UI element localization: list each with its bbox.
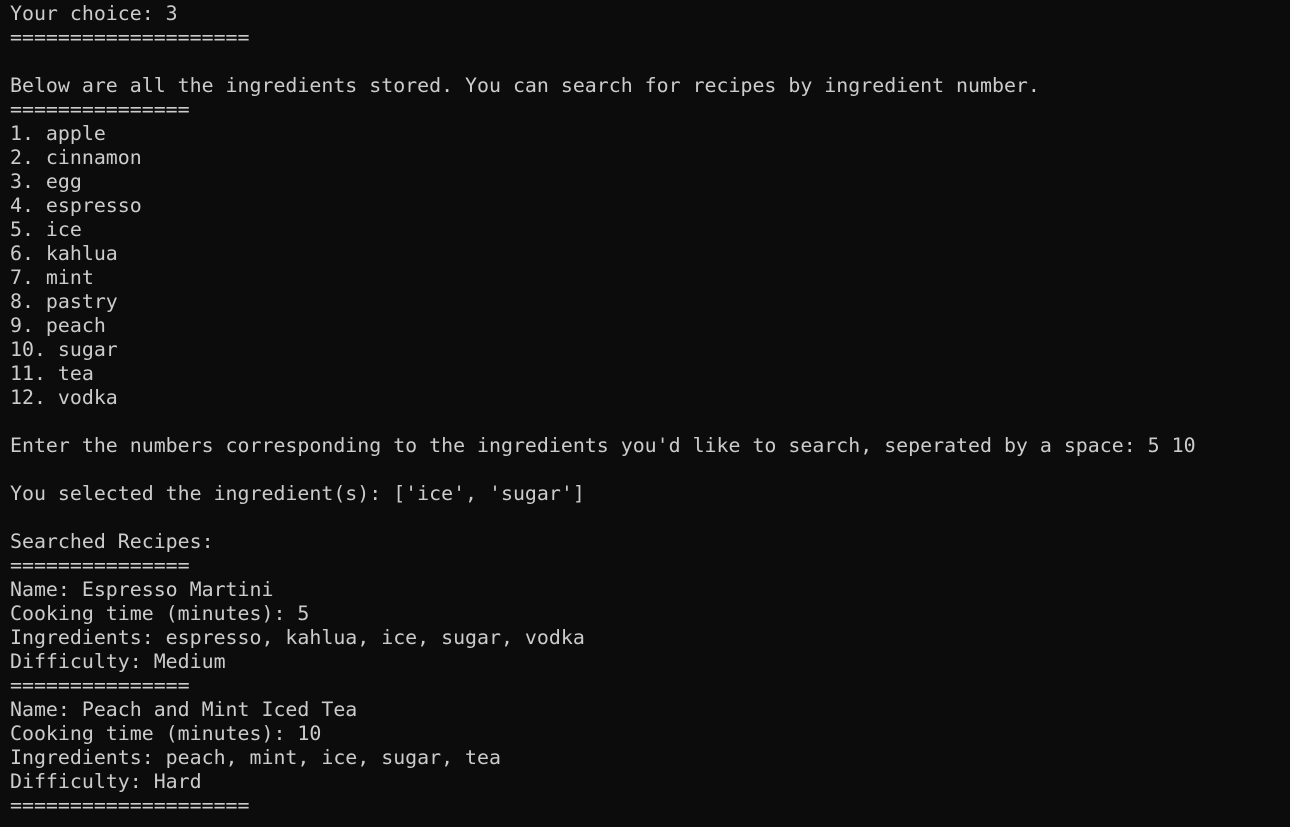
separator-line: =============== xyxy=(10,98,190,121)
recipe-ingredients: Ingredients: espresso, kahlua, ice, suga… xyxy=(10,626,585,649)
recipe-ingredients: Ingredients: peach, mint, ice, sugar, te… xyxy=(10,746,501,769)
recipe-name: Name: Espresso Martini xyxy=(10,578,274,601)
ingredient-list-item: 7. mint xyxy=(10,266,94,289)
recipe-difficulty: Difficulty: Medium xyxy=(10,650,226,673)
recipe-name: Name: Peach and Mint Iced Tea xyxy=(10,698,358,721)
recipe-difficulty: Difficulty: Hard xyxy=(10,770,202,793)
separator-line: ==================== xyxy=(10,794,250,817)
terminal-window[interactable]: Your choice: 3 ==================== Belo… xyxy=(0,0,1290,827)
selected-ingredients-line: You selected the ingredient(s): ['ice', … xyxy=(10,482,585,505)
recipe-cooking-time: Cooking time (minutes): 10 xyxy=(10,722,322,745)
separator-line: ==================== xyxy=(10,26,250,49)
ingredient-list-item: 1. apple xyxy=(10,122,106,145)
ingredient-list-item: 9. peach xyxy=(10,314,106,337)
recipe-cooking-time: Cooking time (minutes): 5 xyxy=(10,602,310,625)
ingredient-list-item: 8. pastry xyxy=(10,290,118,313)
searched-recipes-heading: Searched Recipes: xyxy=(10,530,214,553)
ingredient-list-item: 12. vodka xyxy=(10,386,118,409)
search-input-line: Enter the numbers corresponding to the i… xyxy=(10,434,1196,457)
separator-line: =============== xyxy=(10,674,190,697)
separator-line: =============== xyxy=(10,554,190,577)
ingredient-list-item: 4. espresso xyxy=(10,194,142,217)
prompt-choice-line: Your choice: 3 xyxy=(10,2,178,25)
ingredient-list-item: 5. ice xyxy=(10,218,82,241)
ingredient-list-item: 10. sugar xyxy=(10,338,118,361)
ingredient-list-item: 2. cinnamon xyxy=(10,146,142,169)
ingredients-intro-line: Below are all the ingredients stored. Yo… xyxy=(10,74,1040,97)
ingredient-list-item: 3. egg xyxy=(10,170,82,193)
ingredient-list-item: 6. kahlua xyxy=(10,242,118,265)
ingredient-list-item: 11. tea xyxy=(10,362,94,385)
